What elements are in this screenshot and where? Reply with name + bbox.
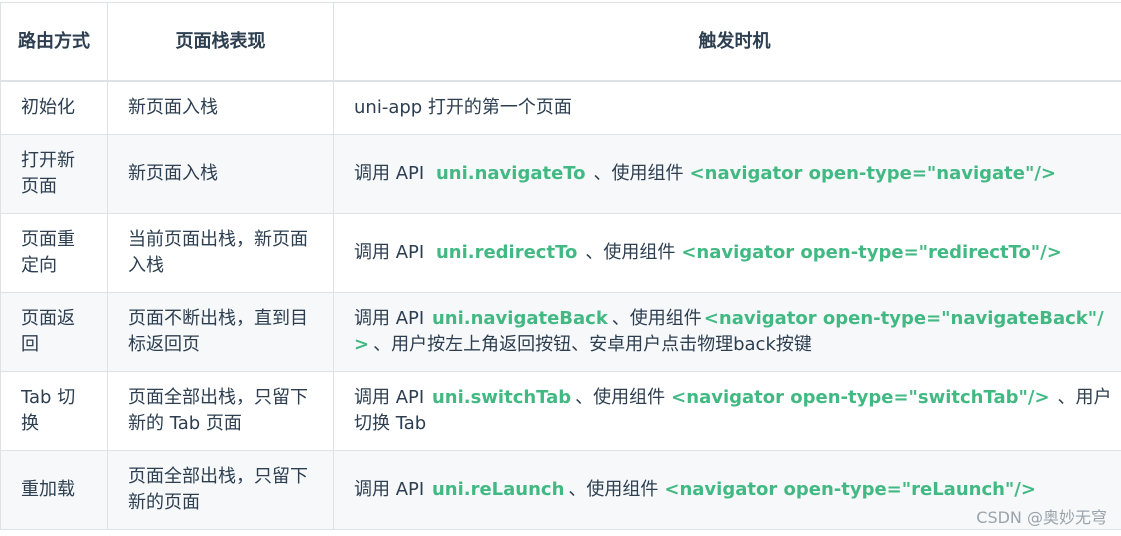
table-row: 页面重定向 当前页面出栈，新页面入栈 调用 API uni.redirectTo… bbox=[0, 212, 1121, 293]
cell-stack: 页面不断出栈，直到目标返回页 bbox=[107, 291, 334, 372]
api-code: uni.switchTab bbox=[431, 386, 572, 408]
cell-stack: 新页面入栈 bbox=[107, 80, 334, 135]
cell-method: 页面返回 bbox=[0, 291, 108, 372]
header-method: 路由方式 bbox=[0, 2, 108, 82]
cell-stack: 新页面入栈 bbox=[107, 133, 334, 214]
trigger-prefix: 调用 API bbox=[354, 386, 425, 408]
header-trigger: 触发时机 bbox=[333, 2, 1121, 82]
table-row: 打开新页面 新页面入栈 调用 API uni.navigateTo 、使用组件 <n… bbox=[0, 133, 1121, 214]
component-code: <navigator open-type="reLaunch"/> bbox=[664, 478, 1036, 500]
table-row: 初始化 新页面入栈 uni-app 打开的第一个页面 bbox=[0, 80, 1121, 135]
trigger-suffix: 、用户按左上角返回按钮、安卓用户点击物理back按键 bbox=[373, 333, 812, 355]
table-row: Tab 切换 页面全部出栈，只留下新的 Tab 页面 调用 API uni.sw… bbox=[0, 370, 1121, 451]
header-stack: 页面栈表现 bbox=[107, 2, 334, 82]
cell-stack: 页面全部出栈，只留下新的页面 bbox=[107, 449, 334, 530]
cell-trigger: 调用 API uni.navigateTo 、使用组件 <navigator ope… bbox=[333, 133, 1121, 214]
component-code: <navigator open-type="switchTab"/> bbox=[671, 386, 1050, 408]
table-row: 重加载 页面全部出栈，只留下新的页面 调用 API uni.reLaunch 、使… bbox=[0, 449, 1121, 530]
trigger-mid: 、使用组件 bbox=[568, 478, 659, 500]
cell-method: Tab 切换 bbox=[0, 370, 108, 451]
cell-method: 初始化 bbox=[0, 80, 108, 135]
trigger-prefix: 调用 API bbox=[354, 241, 425, 263]
cell-method: 重加载 bbox=[0, 449, 108, 530]
cell-method: 打开新页面 bbox=[0, 133, 108, 214]
trigger-mid: 、使用组件 bbox=[611, 307, 702, 329]
cell-trigger: 调用 API uni.redirectTo 、使用组件 <navigator ope… bbox=[333, 212, 1121, 293]
api-code: uni.navigateTo bbox=[435, 162, 586, 184]
cell-stack: 页面全部出栈，只留下新的 Tab 页面 bbox=[107, 370, 334, 451]
cell-trigger: uni-app 打开的第一个页面 bbox=[333, 80, 1121, 135]
cell-trigger: 调用 API uni.switchTab 、使用组件 <navigator open… bbox=[333, 370, 1121, 451]
routing-table: 路由方式 页面栈表现 触发时机 初始化 新页面入栈 uni-app 打开的第一个… bbox=[0, 2, 1121, 530]
trigger-mid: 、使用组件 bbox=[585, 241, 676, 263]
table-header-row: 路由方式 页面栈表现 触发时机 bbox=[0, 2, 1121, 82]
api-code: uni.navigateBack bbox=[431, 307, 608, 329]
api-code: uni.reLaunch bbox=[431, 478, 565, 500]
cell-stack: 当前页面出栈，新页面入栈 bbox=[107, 212, 334, 293]
component-code: <navigator open-type="redirectTo"/> bbox=[681, 241, 1062, 263]
trigger-prefix: 调用 API bbox=[354, 307, 425, 329]
cell-trigger: 调用 API uni.navigateBack 、使用组件 <navigator o… bbox=[333, 291, 1121, 372]
trigger-prefix: 调用 API bbox=[354, 478, 425, 500]
trigger-mid: 、使用组件 bbox=[575, 386, 666, 408]
page: 路由方式 页面栈表现 触发时机 初始化 新页面入栈 uni-app 打开的第一个… bbox=[0, 0, 1121, 536]
table-row: 页面返回 页面不断出栈，直到目标返回页 调用 API uni.navigateB… bbox=[0, 291, 1121, 372]
component-code: <navigator open-type="navigate"/> bbox=[689, 162, 1057, 184]
cell-method: 页面重定向 bbox=[0, 212, 108, 293]
watermark: CSDN @奥妙无穹 bbox=[976, 508, 1107, 527]
trigger-prefix: 调用 API bbox=[354, 162, 425, 184]
api-code: uni.redirectTo bbox=[435, 241, 578, 263]
trigger-mid: 、使用组件 bbox=[593, 162, 684, 184]
trigger-text: uni-app 打开的第一个页面 bbox=[354, 96, 572, 118]
